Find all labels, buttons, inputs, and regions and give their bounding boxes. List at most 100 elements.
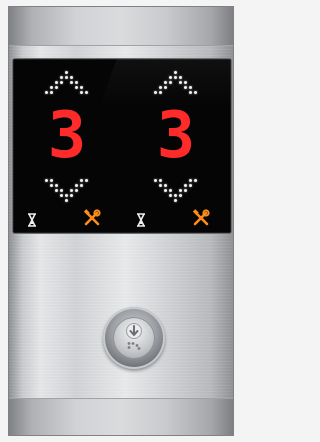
dot (85, 71, 88, 74)
dot (50, 184, 53, 187)
dot (45, 86, 48, 89)
up-arrow-icon (45, 71, 89, 95)
dot (189, 86, 192, 89)
dot (55, 199, 58, 202)
dot (194, 194, 197, 197)
dot (159, 199, 162, 202)
dot (60, 71, 63, 74)
hourglass-icon (28, 213, 36, 227)
dot (154, 184, 157, 187)
dot (184, 76, 187, 79)
dot (45, 194, 48, 197)
braille-icon (127, 342, 141, 350)
dot (189, 76, 192, 79)
dot (194, 81, 197, 84)
dot (184, 199, 187, 202)
dot (60, 81, 63, 84)
dot (184, 86, 187, 89)
dot (189, 189, 192, 192)
dot (60, 194, 63, 197)
dot (174, 179, 177, 182)
dot (65, 76, 68, 79)
dot (85, 81, 88, 84)
dot (189, 91, 192, 94)
dot (169, 71, 172, 74)
dot (75, 194, 78, 197)
dot (85, 86, 88, 89)
dot (80, 199, 83, 202)
dot (75, 184, 78, 187)
dot (75, 76, 78, 79)
dot (159, 76, 162, 79)
dot (80, 71, 83, 74)
dot (70, 199, 73, 202)
dot (159, 189, 162, 192)
dot (164, 71, 167, 74)
dot (50, 189, 53, 192)
dot (159, 194, 162, 197)
dot (70, 86, 73, 89)
dot (164, 86, 167, 89)
dot (164, 189, 167, 192)
call-down-button[interactable] (103, 307, 165, 369)
dot (174, 76, 177, 79)
floor-digit: 3 (49, 99, 85, 163)
dot (85, 76, 88, 79)
floor-digit: 3 (158, 99, 194, 163)
dot (65, 81, 68, 84)
dot (154, 71, 157, 74)
dot (169, 179, 172, 182)
up-arrow-icon (154, 71, 198, 95)
right-indicator-unit: 3 (122, 59, 231, 233)
dot (65, 179, 68, 182)
dot (70, 184, 73, 187)
dot (194, 189, 197, 192)
dot (60, 86, 63, 89)
dot (50, 71, 53, 74)
dot (45, 184, 48, 187)
dot (189, 184, 192, 187)
dot (179, 81, 182, 84)
dot (179, 184, 182, 187)
dot (174, 81, 177, 84)
dot (85, 179, 88, 182)
dot (75, 86, 78, 89)
dot (65, 91, 68, 94)
dot (50, 86, 53, 89)
dot (194, 199, 197, 202)
dot (65, 184, 68, 187)
dot (184, 179, 187, 182)
dot (80, 76, 83, 79)
dot (75, 179, 78, 182)
dot (179, 91, 182, 94)
dot (194, 71, 197, 74)
dot (154, 76, 157, 79)
elevator-panel: 3 3 (8, 6, 234, 436)
dot (50, 194, 53, 197)
dot (184, 189, 187, 192)
call-button-face[interactable] (113, 317, 155, 359)
dot (45, 199, 48, 202)
dot (189, 81, 192, 84)
dot (159, 184, 162, 187)
dot (159, 71, 162, 74)
dot (85, 184, 88, 187)
dot (184, 81, 187, 84)
dot (154, 194, 157, 197)
dot (159, 86, 162, 89)
dot (55, 194, 58, 197)
dot (55, 184, 58, 187)
dot (169, 91, 172, 94)
dot (169, 189, 172, 192)
dot (60, 199, 63, 202)
dot (85, 91, 88, 94)
dot (75, 91, 78, 94)
dot (164, 194, 167, 197)
svg-text:3: 3 (49, 99, 85, 163)
dot (184, 71, 187, 74)
dot (169, 81, 172, 84)
dot (159, 91, 162, 94)
down-arrow-icon (45, 179, 89, 203)
dot (70, 189, 73, 192)
dot (50, 91, 53, 94)
